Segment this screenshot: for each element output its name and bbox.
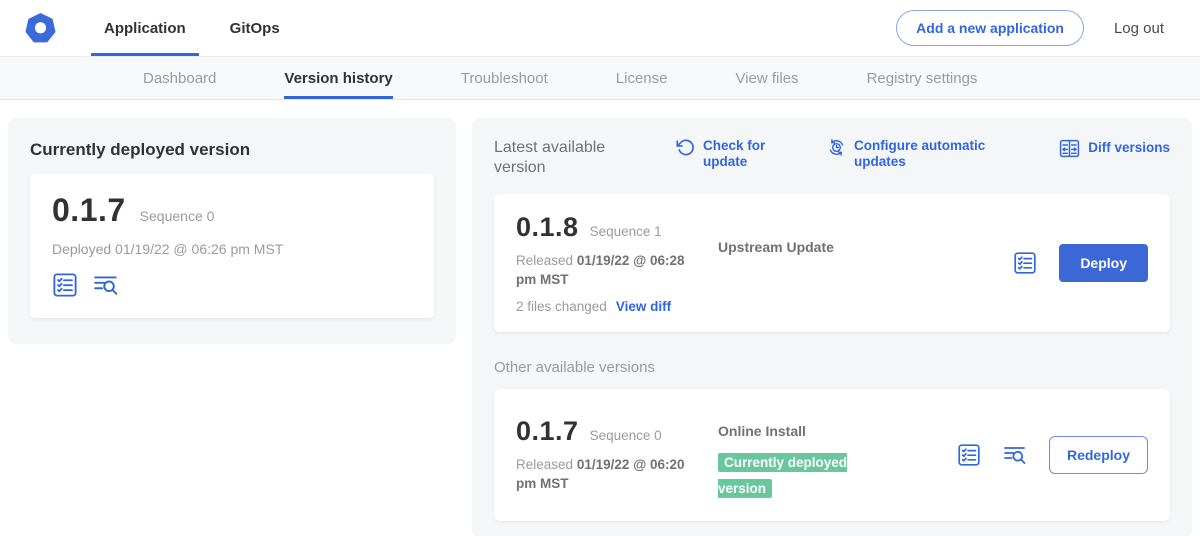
deployed-badge-wrap: Currently deployed version (718, 450, 890, 503)
files-changed-row: 2 files changed View diff (516, 299, 718, 314)
logout-link[interactable]: Log out (1114, 20, 1164, 37)
app-logo-icon (24, 12, 57, 45)
tab-registry-settings[interactable]: Registry settings (867, 57, 978, 99)
deploy-logs-icon[interactable] (1003, 443, 1027, 467)
tab-license-label: License (616, 70, 668, 87)
version-history-panel: Latest available version Check for updat… (472, 118, 1192, 536)
config-checklist-icon[interactable] (52, 272, 78, 298)
config-checklist-icon[interactable] (1013, 251, 1037, 275)
auto-update-clock-icon (827, 138, 846, 157)
files-changed-count: 2 files changed (516, 299, 607, 314)
version-card-actions: Deploy (1013, 244, 1148, 282)
add-new-application-button[interactable]: Add a new application (896, 10, 1084, 46)
check-for-update-label: Check for update (703, 138, 773, 171)
tab-application-label: Application (104, 20, 186, 37)
currently-deployed-title: Currently deployed version (30, 140, 434, 160)
deploy-button[interactable]: Deploy (1059, 244, 1148, 282)
latest-available-header: Latest available version Check for updat… (488, 138, 1176, 178)
tab-version-history-label: Version history (284, 70, 392, 87)
version-number: 0.1.8 (516, 212, 579, 243)
released-timestamp: Released 01/19/22 @ 06:28 pm MST (516, 252, 698, 290)
main-content: Currently deployed version 0.1.7 Sequenc… (0, 100, 1200, 536)
tab-license[interactable]: License (616, 57, 668, 99)
tab-view-files[interactable]: View files (735, 57, 798, 99)
version-card-0-1-8: 0.1.8 Sequence 1 Released 01/19/22 @ 06:… (494, 194, 1170, 332)
tab-gitops-label: GitOps (230, 20, 280, 37)
version-number: 0.1.7 (516, 416, 579, 447)
released-prefix: Released (516, 457, 573, 472)
deploy-logs-icon[interactable] (93, 272, 119, 298)
tab-version-history[interactable]: Version history (284, 57, 392, 99)
version-card-left: 0.1.7 Sequence 0 Released 01/19/22 @ 06:… (516, 416, 718, 494)
tab-registry-settings-label: Registry settings (867, 70, 978, 87)
diff-versions-label: Diff versions (1088, 140, 1170, 156)
version-sequence: Sequence 0 (590, 428, 662, 443)
tab-gitops[interactable]: GitOps (217, 0, 293, 56)
redeploy-button[interactable]: Redeploy (1049, 436, 1148, 474)
sub-nav: Dashboard Version history Troubleshoot L… (0, 57, 1200, 100)
tab-troubleshoot[interactable]: Troubleshoot (461, 57, 548, 99)
version-card-middle: Online Install Currently deployed versio… (718, 407, 957, 503)
tab-troubleshoot-label: Troubleshoot (461, 70, 548, 87)
deployed-version-row: 0.1.7 Sequence 0 (52, 192, 412, 229)
config-checklist-icon[interactable] (957, 443, 981, 467)
deployed-version-card: 0.1.7 Sequence 0 Deployed 01/19/22 @ 06:… (30, 174, 434, 318)
tab-dashboard-label: Dashboard (143, 70, 216, 87)
latest-available-title: Latest available version (494, 138, 654, 178)
released-prefix: Released (516, 253, 573, 268)
deployed-version-number: 0.1.7 (52, 192, 126, 229)
diff-columns-icon (1059, 138, 1080, 159)
configure-automatic-updates-link[interactable]: Configure automatic updates (827, 138, 1014, 171)
diff-versions-link[interactable]: Diff versions (1059, 138, 1170, 159)
admin-console-page: Application GitOps Add a new application… (0, 0, 1200, 536)
tab-view-files-label: View files (735, 70, 798, 87)
version-sequence: Sequence 1 (590, 224, 662, 239)
tab-dashboard[interactable]: Dashboard (143, 57, 216, 99)
deployed-timestamp: Deployed 01/19/22 @ 06:26 pm MST (52, 241, 412, 257)
configure-automatic-updates-label: Configure automatic updates (854, 138, 1014, 171)
version-source: Upstream Update (718, 239, 834, 255)
top-nav: Application GitOps Add a new application… (0, 0, 1200, 57)
tab-application[interactable]: Application (91, 0, 199, 56)
version-card-middle: Upstream Update (718, 212, 1013, 314)
check-for-update-link[interactable]: Check for update (676, 138, 773, 171)
deployed-sequence: Sequence 0 (140, 208, 215, 224)
deployed-actions (52, 272, 412, 298)
version-card-left: 0.1.8 Sequence 1 Released 01/19/22 @ 06:… (516, 212, 718, 314)
released-timestamp: Released 01/19/22 @ 06:20 pm MST (516, 456, 698, 494)
version-source: Online Install (718, 423, 806, 439)
currently-deployed-panel: Currently deployed version 0.1.7 Sequenc… (8, 118, 456, 344)
refresh-icon (676, 138, 695, 157)
view-diff-link[interactable]: View diff (616, 299, 671, 314)
version-card-0-1-7: 0.1.7 Sequence 0 Released 01/19/22 @ 06:… (494, 389, 1170, 521)
version-card-actions: Redeploy (957, 436, 1148, 474)
top-nav-tabs: Application GitOps (91, 0, 311, 56)
other-available-versions-title: Other available versions (494, 359, 1170, 376)
currently-deployed-badge: Currently deployed version (718, 453, 847, 498)
